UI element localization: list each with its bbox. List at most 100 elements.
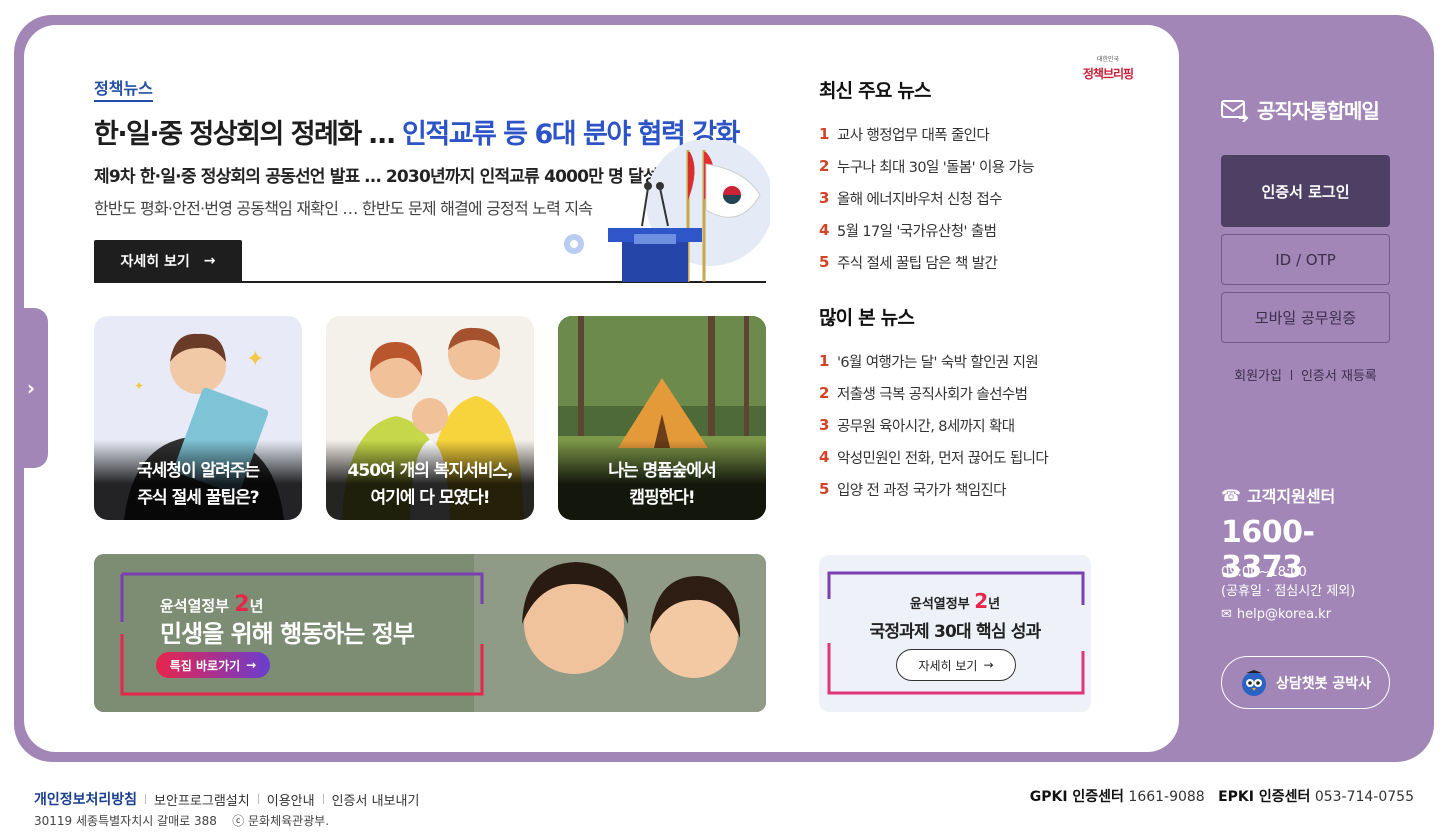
rank-number: 2	[819, 157, 829, 175]
policy-year-number: 2	[974, 589, 989, 613]
card-caption: 나는 명품숲에서 캠핑한다!	[558, 440, 766, 520]
chatbot-button[interactable]: 상담챗봇 공박사	[1221, 656, 1390, 709]
logo-small-text: 대한민국	[1096, 56, 1120, 63]
export-cert-link[interactable]: 인증서 내보내기	[332, 790, 420, 809]
mail-title: 공직자통합메일	[1221, 95, 1391, 124]
owl-chatbot-icon	[1241, 669, 1266, 696]
rank-number: 3	[819, 416, 829, 434]
summit-podium-illustration	[564, 140, 770, 282]
latest-news-heading: 최신 주요 뉴스	[819, 80, 932, 102]
list-item[interactable]: 2 누구나 최대 30일 '돌봄' 이용 가능	[819, 150, 1109, 182]
address-text: 30119 세종특별자치시 갈매로 388	[34, 814, 217, 828]
signup-link[interactable]: 회원가입	[1234, 365, 1282, 384]
card-forest-camping[interactable]: 나는 명품숲에서 캠핑한다!	[558, 316, 766, 520]
policy-line1: 윤석열정부 2년	[819, 589, 1091, 613]
list-item[interactable]: 3 올해 에너지바우처 신청 접수	[819, 182, 1109, 214]
rank-number: 4	[819, 221, 829, 239]
news-link[interactable]: 저출생 극복 공직사회가 솔선수범	[837, 383, 1028, 404]
list-item[interactable]: 3 공무원 육아시간, 8세까지 확대	[819, 409, 1109, 441]
government-2nd-year-banner[interactable]: 윤석열정부 2년 민생을 위해 행동하는 정부 특집 바로가기 →	[94, 554, 766, 712]
banner-button-label: 특집 바로가기	[169, 658, 241, 673]
news-link[interactable]: 주식 절세 꿀팁 담은 책 발간	[837, 252, 998, 273]
privacy-policy-link[interactable]: 개인정보처리방침	[34, 789, 137, 809]
news-link[interactable]: 입양 전 과정 국가가 책임진다	[837, 479, 1007, 500]
list-item[interactable]: 1 교사 행정업무 대폭 줄인다	[819, 118, 1109, 150]
rank-number: 1	[819, 352, 829, 370]
divider	[257, 794, 259, 804]
list-item[interactable]: 1 '6월 여행가는 달' 숙박 할인권 지원	[819, 345, 1109, 377]
list-item[interactable]: 4 5월 17일 '국가유산청' 출범	[819, 214, 1109, 246]
footer-links: 개인정보처리방침 보안프로그램설치 이용안내 인증서 내보내기	[34, 789, 419, 809]
news-link[interactable]: 5월 17일 '국가유산청' 출범	[837, 220, 997, 241]
news-link[interactable]: 교사 행정업무 대폭 줄인다	[837, 124, 990, 145]
envelope-icon: ✉	[1221, 607, 1232, 622]
footer-cert-centers: GPKI 인증센터 1661-9088 EPKI 인증센터 053-714-07…	[1030, 786, 1414, 806]
hero-title-main: 한·일·중 정상회의 정례화 …	[94, 119, 403, 150]
side-expand-button[interactable]: ›	[14, 308, 48, 468]
card-stock-tax-tips[interactable]: ✦ ✦ 국세청이 알려주는 주식 절세 꿀팁은?	[94, 316, 302, 520]
divider	[322, 794, 324, 804]
mobile-id-button[interactable]: 모바일 공무원증	[1221, 292, 1390, 343]
id-otp-button[interactable]: ID / OTP	[1221, 234, 1390, 285]
cert-login-button[interactable]: 인증서 로그인	[1221, 155, 1390, 227]
rank-number: 5	[819, 253, 829, 271]
gpki-label: GPKI 인증센터	[1029, 789, 1124, 805]
mail-icon	[1221, 99, 1249, 122]
card-caption-line2: 여기에 다 모였다!	[370, 488, 490, 508]
list-item[interactable]: 2 저출생 극복 공직사회가 솔선수범	[819, 377, 1109, 409]
support-hours-time: 09:00~18:00	[1221, 565, 1307, 580]
policy-line1-prefix: 윤석열정부	[909, 597, 970, 612]
support-hours: 09:00~18:00 (공휴일 · 점심시간 제외)	[1221, 563, 1355, 601]
svg-text:✦: ✦	[246, 347, 264, 372]
account-links: 회원가입 인증서 재등록	[1221, 365, 1390, 384]
banner-line1-prefix: 윤석열정부	[160, 597, 230, 615]
official-mail-panel: 공직자통합메일 인증서 로그인 ID / OTP 모바일 공무원증 회원가입 인…	[1221, 95, 1391, 709]
mail-title-text: 공직자통합메일	[1257, 99, 1380, 123]
recert-link[interactable]: 인증서 재등록	[1301, 365, 1377, 384]
usage-guide-link[interactable]: 이용안내	[267, 790, 315, 809]
card-welfare-services[interactable]: 450여 개의 복지서비스, 여기에 다 모였다!	[326, 316, 534, 520]
gpki-phone: 1661-9088	[1128, 789, 1205, 805]
hero-category-tag[interactable]: 정책뉴스	[94, 75, 153, 102]
divider	[145, 794, 147, 804]
support-email[interactable]: ✉ help@korea.kr	[1221, 607, 1331, 622]
rank-number: 1	[819, 125, 829, 143]
banner-special-button[interactable]: 특집 바로가기 →	[156, 652, 270, 678]
chatbot-label: 상담챗봇 공박사	[1275, 675, 1372, 692]
footer-address: 30119 세종특별자치시 갈매로 388 ⓒ 문화체육관광부.	[34, 812, 329, 829]
news-link[interactable]: 악성민원인 전화, 먼저 끊어도 됩니다	[837, 447, 1049, 468]
copyright-text: ⓒ 문화체육관광부.	[232, 814, 330, 828]
arrow-right-icon: →	[203, 253, 216, 269]
news-link[interactable]: 누구나 최대 30일 '돌봄' 이용 가능	[837, 156, 1035, 177]
phone-icon: ☎	[1221, 485, 1241, 505]
popular-news-heading: 많이 본 뉴스	[819, 307, 915, 329]
rank-number: 5	[819, 480, 829, 498]
news-link[interactable]: '6월 여행가는 달' 숙박 할인권 지원	[837, 351, 1039, 372]
card-caption-line1: 나는 명품숲에서	[608, 461, 716, 481]
hero-more-label: 자세히 보기	[120, 254, 190, 270]
list-item[interactable]: 5 입양 전 과정 국가가 책임진다	[819, 473, 1109, 505]
banner-headline: 민생을 위해 행동하는 정부	[160, 620, 415, 648]
policy-more-button[interactable]: 자세히 보기 →	[896, 649, 1016, 681]
news-link[interactable]: 공무원 육아시간, 8세까지 확대	[837, 415, 1015, 436]
list-item[interactable]: 5 주식 절세 꿀팁 담은 책 발간	[819, 246, 1109, 278]
hero-more-button[interactable]: 자세히 보기 →	[94, 240, 242, 282]
arrow-right-icon: →	[983, 658, 994, 672]
card-caption-line1: 450여 개의 복지서비스,	[347, 461, 514, 481]
rank-number: 4	[819, 448, 829, 466]
support-email-text: help@korea.kr	[1236, 607, 1332, 622]
epki-label: EPKI 인증센터	[1218, 789, 1311, 805]
support-hours-note: (공휴일 · 점심시간 제외)	[1221, 584, 1356, 599]
card-caption-line2: 캠핑한다!	[629, 488, 695, 508]
popular-news-section: 많이 본 뉴스 1 '6월 여행가는 달' 숙박 할인권 지원 2 저출생 극복 공…	[819, 303, 1109, 505]
card-caption: 450여 개의 복지서비스, 여기에 다 모였다!	[326, 440, 534, 520]
rank-number: 3	[819, 189, 829, 207]
card-caption-line2: 주식 절세 꿀팁은?	[137, 488, 259, 508]
epki-phone: 053-714-0755	[1314, 789, 1414, 805]
news-link[interactable]: 올해 에너지바우처 신청 접수	[837, 188, 1003, 209]
rank-number: 2	[819, 384, 829, 402]
security-program-link[interactable]: 보안프로그램설치	[154, 790, 250, 809]
list-item[interactable]: 4 악성민원인 전화, 먼저 끊어도 됩니다	[819, 441, 1109, 473]
policy-achievements-banner[interactable]: 윤석열정부 2년 국정과제 30대 핵심 성과 자세히 보기 →	[819, 555, 1091, 712]
support-center-label: 고객지원센터	[1246, 487, 1336, 506]
